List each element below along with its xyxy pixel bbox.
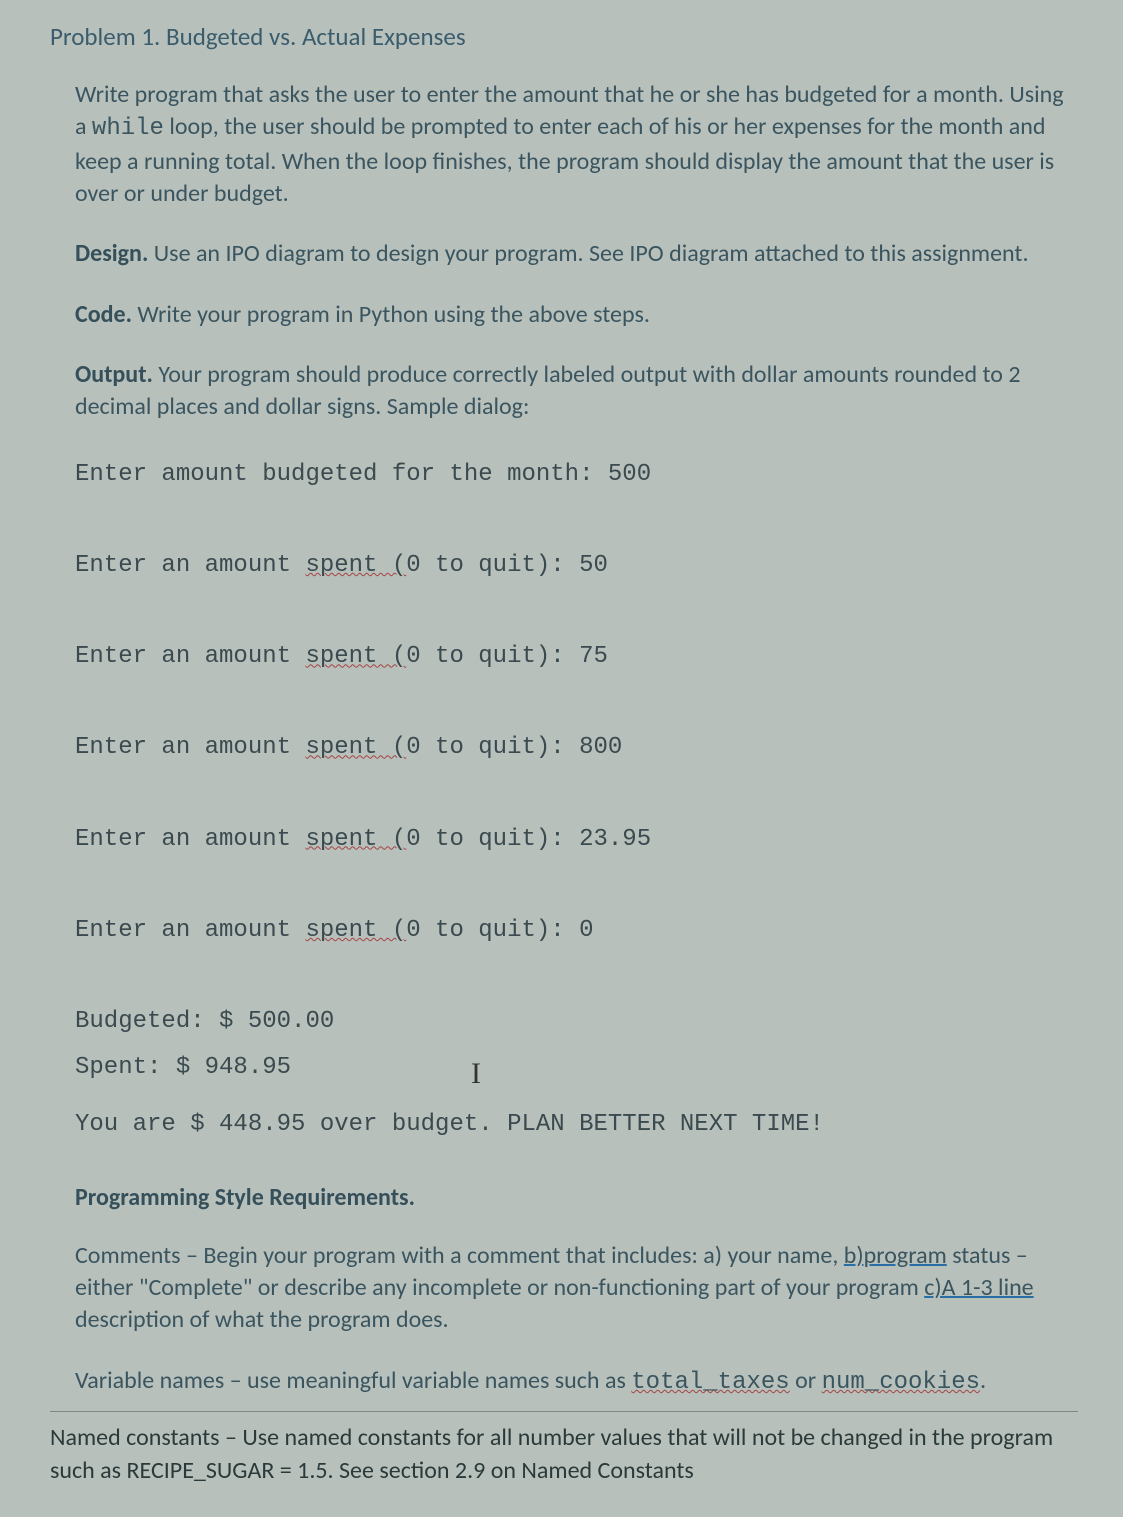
comments-c2-link: 1-3 line <box>956 1273 1034 1302</box>
document-page: Problem 1. Budgeted vs. Actual Expenses … <box>0 0 1123 1517</box>
named-constants-paragraph: Named constants – Use named constants fo… <box>50 1411 1078 1487</box>
comments-text-1: Comments – Begin your program with a com… <box>75 1241 844 1270</box>
dialog-line-1: Enter amount budgeted for the month: 500 <box>75 461 651 488</box>
dialog-spent-5: spent ( <box>305 826 406 853</box>
dialog-prefix-2: Enter an amount <box>75 552 305 579</box>
problem-title: Problem 1. Budgeted vs. Actual Expenses <box>50 20 1078 54</box>
named-constants-text: Named constants – Use named constants fo… <box>50 1423 1053 1484</box>
dialog-suffix-5: 0 to quit): 23.95 <box>406 826 651 853</box>
code-text: Write your program in Python using the a… <box>132 300 650 329</box>
output-label: Output. <box>75 360 153 389</box>
dialog-prefix-6: Enter an amount <box>75 917 305 944</box>
dialog-spent-6: spent ( <box>305 917 406 944</box>
dialog-spent-3: spent ( <box>305 643 406 670</box>
varnames-or: or <box>790 1366 822 1395</box>
content-body: Write program that asks the user to ente… <box>75 79 1078 1487</box>
varnames-taxes: total_taxes <box>631 1369 789 1396</box>
dialog-prefix-5: Enter an amount <box>75 826 305 853</box>
dialog-spent-total: Spent: $ 948.95 <box>75 1054 291 1081</box>
code-paragraph: Code. Write your program in Python using… <box>75 299 1078 331</box>
style-requirements-heading: Programming Style Requirements. <box>75 1182 1078 1214</box>
intro-text-2: loop, the user should be prompted to ent… <box>75 112 1054 208</box>
dialog-spent-4: spent ( <box>305 734 406 761</box>
intro-paragraph: Write program that asks the user to ente… <box>75 79 1078 211</box>
design-paragraph: Design. Use an IPO diagram to design you… <box>75 238 1078 270</box>
design-label: Design. <box>75 239 148 268</box>
dialog-suffix-6: 0 to quit): 0 <box>406 917 593 944</box>
dialog-prefix-4: Enter an amount <box>75 734 305 761</box>
varnames-period: . <box>980 1366 986 1395</box>
dialog-prefix-3: Enter an amount <box>75 643 305 670</box>
comments-b-link: b)program <box>844 1241 947 1270</box>
varnames-cookies: num_cookies <box>822 1369 980 1396</box>
dialog-result: You are $ 448.95 over budget. PLAN BETTE… <box>75 1111 824 1138</box>
comments-c-link: c)A <box>924 1273 955 1302</box>
dialog-suffix-3: 0 to quit): 75 <box>406 643 608 670</box>
dialog-budgeted: Budgeted: $ 500.00 <box>75 1008 334 1035</box>
output-text: Your program should produce correctly la… <box>75 360 1021 421</box>
design-text: Use an IPO diagram to design your progra… <box>148 239 1028 268</box>
varnames-paragraph: Variable names – use meaningful variable… <box>75 1365 1078 1399</box>
comments-paragraph: Comments – Begin your program with a com… <box>75 1240 1078 1337</box>
comments-text-3: description of what the program does. <box>75 1305 449 1334</box>
code-label: Code. <box>75 300 132 329</box>
dialog-suffix-2: 0 to quit): 50 <box>406 552 608 579</box>
varnames-text: Variable names – use meaningful variable… <box>75 1366 631 1395</box>
dialog-spent-2: spent ( <box>305 552 406 579</box>
text-cursor-icon: I <box>471 1045 481 1102</box>
dialog-suffix-4: 0 to quit): 800 <box>406 734 622 761</box>
while-keyword: while <box>92 115 164 142</box>
output-paragraph: Output. Your program should produce corr… <box>75 359 1078 424</box>
sample-dialog: Enter amount budgeted for the month: 500… <box>75 452 1078 1147</box>
